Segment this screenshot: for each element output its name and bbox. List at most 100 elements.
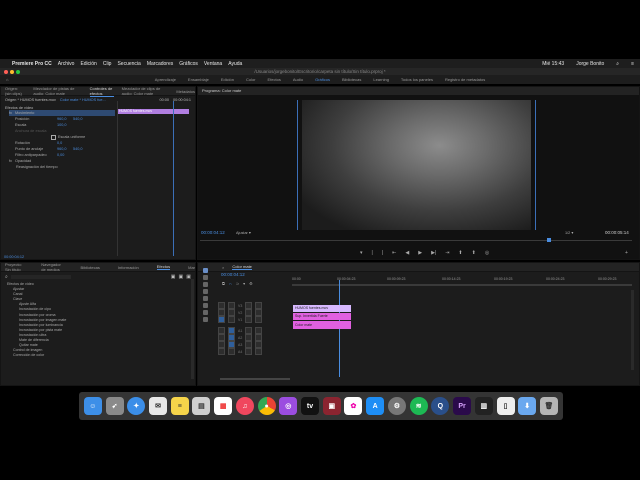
tab-efectos[interactable]: Efectos xyxy=(156,264,171,270)
appletv-icon[interactable]: tv xyxy=(301,397,320,415)
chrome-icon[interactable]: ● xyxy=(257,397,276,415)
system-preferences-icon[interactable]: ⚙ xyxy=(387,397,406,415)
safari-icon[interactable]: ✦ xyxy=(127,397,146,415)
workspace-bibliotecas[interactable]: Bibliotecas xyxy=(342,77,361,82)
menu-edicion[interactable]: Edición xyxy=(80,61,96,67)
eye-icon[interactable] xyxy=(255,316,263,323)
sync-icon[interactable] xyxy=(245,302,253,309)
track-target[interactable] xyxy=(218,302,225,309)
tab-metadatos[interactable]: Metadatos xyxy=(176,89,195,94)
workspace-color[interactable]: Color xyxy=(246,77,256,82)
type-tool-icon[interactable] xyxy=(202,317,208,322)
workspace-graficos[interactable]: Gráficos xyxy=(315,77,330,82)
sequence-label[interactable]: Color mate * HUMOS fue... xyxy=(60,98,106,102)
time-ruler[interactable]: 00:00 00:00:04:23 00:00:09:23 00:00:14:2… xyxy=(292,277,632,281)
tab-color-mate[interactable]: Color mate xyxy=(232,264,252,270)
ec-clip-bar[interactable]: HUMOS fuentes.mov xyxy=(117,109,189,114)
lift-icon[interactable]: ⬆ xyxy=(458,250,462,256)
workspace-todos[interactable]: Todos los paneles xyxy=(401,77,433,82)
solo-icon[interactable] xyxy=(255,341,263,348)
source-label[interactable]: Origen * HUMOS fuentes.mov xyxy=(5,98,56,102)
minimize-button[interactable] xyxy=(10,70,14,74)
tab-mar[interactable]: Mar xyxy=(188,265,195,270)
solo-icon[interactable] xyxy=(255,334,263,341)
menu-ayuda[interactable]: Ayuda xyxy=(228,61,242,67)
tab-informacion[interactable]: Información xyxy=(118,265,139,270)
tab-proyecto[interactable]: Proyecto: Sin título xyxy=(5,262,23,272)
ec-value[interactable]: 960,0 xyxy=(57,117,73,121)
mark-out-icon[interactable]: | xyxy=(372,250,373,256)
track-target[interactable] xyxy=(218,327,225,334)
close-button[interactable] xyxy=(4,70,8,74)
mute-icon[interactable] xyxy=(245,348,253,355)
track-target[interactable] xyxy=(218,348,225,355)
tree-item[interactable]: Corrección de color xyxy=(7,353,195,358)
tab-navegador[interactable]: Navegador de medios xyxy=(41,262,62,272)
appstore-icon[interactable]: A xyxy=(366,397,385,415)
eye-icon[interactable] xyxy=(255,302,263,309)
ec-value[interactable]: 540,0 xyxy=(73,117,83,121)
mute-icon[interactable] xyxy=(245,341,253,348)
trash-icon[interactable]: 🗑 xyxy=(539,397,558,415)
lock-icon[interactable] xyxy=(228,327,235,334)
sync-icon[interactable] xyxy=(245,316,253,323)
lock-icon[interactable] xyxy=(228,316,235,323)
preview-icon[interactable]: ▤ xyxy=(192,397,211,415)
sync-icon[interactable] xyxy=(245,309,253,316)
launchpad-icon[interactable]: ➶ xyxy=(105,397,124,415)
premiere-icon[interactable]: Pr xyxy=(453,397,472,415)
hand-tool-icon[interactable] xyxy=(202,310,208,315)
track-target[interactable] xyxy=(218,341,225,348)
lock-icon[interactable] xyxy=(228,341,235,348)
tab-bibliotecas[interactable]: Bibliotecas xyxy=(81,265,100,270)
workspace-aprendizaje[interactable]: Aprendizaje xyxy=(155,77,176,82)
export-frame-icon[interactable]: ◎ xyxy=(485,250,489,256)
finder-icon[interactable]: ☺ xyxy=(83,397,102,415)
ec-value[interactable]: 0,0 xyxy=(57,141,62,145)
step-back-frame-icon[interactable]: ◀ xyxy=(405,250,409,256)
quicktime-icon[interactable]: Q xyxy=(431,397,450,415)
timeline-zoom-bar[interactable] xyxy=(220,378,290,380)
pen-tool-icon[interactable] xyxy=(202,303,208,308)
program-scrubber[interactable] xyxy=(200,240,632,241)
eye-icon[interactable] xyxy=(255,309,263,316)
tab-origen[interactable]: Origen: (sin clips) xyxy=(5,86,25,96)
timeline-timecode[interactable]: 00:00:04:12 xyxy=(221,272,245,277)
snap-icon[interactable]: ∩ xyxy=(229,281,232,286)
nest-icon[interactable]: ⧉ xyxy=(222,281,225,286)
menu-clip[interactable]: Clip xyxy=(103,61,112,67)
settings-icon[interactable]: ⚙ xyxy=(249,281,253,286)
ec-row-reasignacion[interactable]: Reasignación del tiempo xyxy=(9,164,115,170)
accelerated-icon[interactable]: ▣ xyxy=(171,274,176,280)
solo-icon[interactable] xyxy=(255,348,263,355)
tab-effect-controls[interactable]: Controles de efectos xyxy=(89,86,114,97)
downloads-icon[interactable]: ⬇ xyxy=(518,397,537,415)
timeline-scrollbar[interactable] xyxy=(631,290,634,370)
app-name[interactable]: Premiere Pro CC xyxy=(12,61,52,67)
track-select-tool-icon[interactable] xyxy=(202,275,208,280)
piano-icon[interactable]: ▥ xyxy=(474,397,493,415)
program-playhead[interactable] xyxy=(547,238,551,242)
program-video-frame[interactable] xyxy=(302,100,531,230)
project-scrollbar[interactable] xyxy=(191,279,194,379)
lock-icon[interactable] xyxy=(228,334,235,341)
mail-icon[interactable]: ✉ xyxy=(149,397,168,415)
search-icon[interactable]: ⌕ xyxy=(5,274,8,280)
zoom-button[interactable] xyxy=(16,70,20,74)
solo-icon[interactable] xyxy=(255,327,263,334)
extract-icon[interactable]: ⬆ xyxy=(472,250,476,256)
mute-icon[interactable] xyxy=(245,334,253,341)
clock[interactable]: Mié 15:43 xyxy=(542,61,564,67)
workspace-efectos[interactable]: Efectos xyxy=(268,77,281,82)
podcasts-icon[interactable]: ◎ xyxy=(279,397,298,415)
fit-dropdown[interactable]: Ajustar ▾ xyxy=(236,230,251,235)
ripple-edit-tool-icon[interactable] xyxy=(202,282,208,287)
track-target[interactable] xyxy=(218,309,225,316)
clip-color-mate[interactable]: Color mate xyxy=(293,321,351,329)
mute-icon[interactable] xyxy=(245,327,253,334)
menu-archivo[interactable]: Archivo xyxy=(58,61,75,67)
mark-in-icon[interactable]: ▾ xyxy=(360,250,363,256)
menu-graficos[interactable]: Gráficos xyxy=(179,61,198,67)
workspace-edicion[interactable]: Edición xyxy=(221,77,234,82)
play-icon[interactable]: ▶ xyxy=(418,250,422,256)
